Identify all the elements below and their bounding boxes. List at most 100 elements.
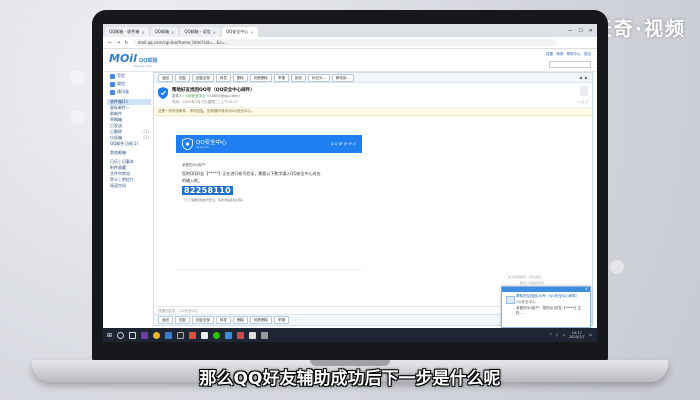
header-links[interactable]: 设置 · 换肤 · 帮助中心 · 退出 — [546, 52, 591, 57]
mail-footer: 此为系统邮件，请勿回复。 — [507, 275, 544, 279]
browser-tab[interactable]: QQ邮箱 - 收件箱 × — [105, 27, 149, 37]
close-icon[interactable]: × — [585, 286, 588, 291]
app-icon[interactable] — [165, 331, 173, 339]
sidebar-item-label: QQ邮件订阅(1) — [110, 141, 138, 146]
sidebar-item-label: 已发送 — [110, 123, 122, 128]
move-to-dropdown[interactable]: 移动到... — [331, 73, 354, 82]
sidebar-item-count: (3) — [143, 135, 149, 140]
system-notice: 这是一封系统邮件，请勿回复。如有疑问请访问QQ安全中心。 — [154, 108, 592, 116]
from-label: 发件人： — [172, 94, 186, 98]
app-icon[interactable] — [177, 331, 185, 339]
close-icon[interactable]: × — [213, 30, 216, 35]
back-button[interactable]: 返回 — [158, 73, 173, 82]
close-icon[interactable]: × — [171, 30, 174, 35]
close-window-icon[interactable]: ✕ — [589, 28, 593, 34]
delete-button[interactable]: 删除 — [233, 73, 248, 82]
notification-center-icon[interactable]: ▭ — [589, 333, 592, 337]
reload-icon[interactable]: ↻ — [124, 40, 128, 46]
forward-icon[interactable]: → — [116, 40, 120, 46]
qq-security-logo-icon — [182, 138, 193, 150]
back-icon[interactable]: ← — [108, 40, 112, 46]
mail-body-note: （为了保障您的帐号安全，请勿泄露此验证码） — [182, 198, 246, 202]
write-button[interactable]: 写信 — [107, 72, 151, 80]
tab-label: QQ邮箱 - 读信 — [184, 29, 211, 34]
mail-body-text: 您的QQ好友【*****】正在进行帐号验证，需要以下数字填入QQ安全中心对应 — [182, 171, 321, 176]
notification-text: 亲爱的QQ用户：您的QQ好友【*****】正在... — [516, 306, 582, 315]
browser-tab[interactable]: QQ邮箱 - 读信 × — [180, 27, 220, 37]
reply-all-button[interactable]: 回复全部 — [192, 73, 214, 82]
mail-toolbar: 返回 回复 回复全部 转发 删除 彻底删除 举报 拒收 标记为... 移动到..… — [154, 73, 592, 83]
sidebar-item-label: 其他邮箱 — [110, 150, 126, 155]
close-icon[interactable]: × — [250, 30, 253, 35]
tab-label: QQ邮箱 - 收件箱 — [109, 29, 140, 34]
contacts-button[interactable]: 通讯录 — [107, 88, 151, 96]
report-button[interactable]: 举报 — [274, 73, 289, 82]
laptop-screen: QQ邮箱 - 收件箱 × QQ邮箱 × QQ邮箱 - 读信 × QQ安全中心 × — ☐… — [103, 24, 597, 342]
minimize-icon[interactable]: — — [567, 28, 572, 34]
mail-actions-icons[interactable]: ☆ ⎙ ⤢ — [577, 100, 588, 104]
close-icon[interactable]: × — [141, 30, 144, 35]
mail-search-input[interactable] — [549, 61, 591, 68]
reply-button[interactable]: 回复 — [175, 316, 190, 324]
notification-from: QQ安全中心 — [516, 300, 536, 304]
pager: ◀ ▶ — [579, 75, 592, 80]
browser-tab-active[interactable]: QQ安全中心 × — [221, 27, 258, 37]
inbox-icon — [110, 81, 115, 87]
decorative-circle — [70, 110, 84, 124]
network-icon[interactable]: ▯ — [556, 333, 558, 337]
mark-as-dropdown[interactable]: 标记为... — [308, 73, 330, 82]
qq-security-banner: QQ安全中心 aq.qq.com Q Q 安 全 中 心 — [176, 135, 362, 153]
app-icon[interactable] — [261, 331, 269, 339]
new-mail-notification[interactable]: × 帮助好友找回QQ号（QQ安全中心邮件） QQ安全中心 亲爱的QQ用户：您的Q… — [501, 286, 591, 328]
url-input[interactable]: mail.qq.com/cgi-bin/frame_html?sid=...&r… — [133, 39, 557, 46]
clock[interactable]: 10:17 2020/7/7 — [569, 331, 585, 340]
tray-arrow-icon[interactable]: ^ — [549, 333, 552, 337]
app-icon[interactable] — [225, 331, 233, 339]
back-button[interactable]: 返回 — [158, 316, 173, 324]
windows-start-icon[interactable]: ⊞ — [107, 332, 112, 339]
browser-tab[interactable]: QQ邮箱 × — [150, 27, 179, 37]
sender-name[interactable]: QQ安全中心 — [186, 94, 206, 98]
sidebar-item-reading[interactable]: 阅读空间 — [107, 183, 151, 189]
next-arrow-icon[interactable]: ▶ — [585, 75, 588, 80]
task-view-icon[interactable] — [129, 331, 137, 339]
chrome-icon[interactable] — [153, 331, 161, 339]
delete-permanently-button[interactable]: 彻底删除 — [250, 73, 272, 82]
window-controls: — ☐ ✕ — [563, 28, 597, 37]
write-label: 写信 — [117, 73, 125, 78]
app-icon[interactable] — [237, 331, 245, 339]
search-icon[interactable] — [117, 331, 125, 339]
browser-tab-bar: QQ邮箱 - 收件箱 × QQ邮箱 × QQ邮箱 - 读信 × QQ安全中心 × — ☐… — [103, 24, 597, 37]
reply-button[interactable]: 回复 — [175, 73, 190, 82]
verification-code[interactable]: 82258110 — [182, 186, 233, 195]
app-icon[interactable] — [249, 331, 257, 339]
receive-button[interactable]: 收信 — [107, 80, 151, 88]
reply-all-button[interactable]: 回复全部 — [192, 316, 214, 324]
volume-icon[interactable]: ◁ — [562, 333, 565, 337]
prev-arrow-icon[interactable]: ◀ — [579, 75, 582, 80]
banner-title: QQ安全中心 — [196, 140, 227, 146]
report-button[interactable]: 举报 — [274, 316, 289, 324]
reject-button[interactable]: 拒收 — [291, 73, 306, 82]
app-icon[interactable] — [141, 331, 149, 339]
delete-permanently-button[interactable]: 彻底删除 — [250, 316, 272, 324]
decorative-circle — [610, 260, 624, 274]
notification-header — [502, 287, 590, 292]
forward-button[interactable]: 转发 — [216, 73, 231, 82]
sidebar-item-label: 日历 | 记事本 — [110, 159, 134, 164]
banner-subtitle: aq.qq.com — [196, 146, 210, 149]
forward-button[interactable]: 转发 — [216, 316, 231, 324]
wechat-icon[interactable] — [213, 331, 221, 339]
maximize-icon[interactable]: ☐ — [578, 28, 582, 34]
shield-icon — [158, 87, 168, 99]
delete-button[interactable]: 删除 — [233, 316, 248, 324]
mail-sidebar: 写信 收信 通讯录 收件箱(1) 星标邮件☆ 群邮件 草稿箱 已发送 已删除 (1… — [107, 72, 151, 322]
app-icon[interactable] — [201, 331, 209, 339]
sidebar-item-label: 群邮件 — [110, 111, 122, 116]
mail-subject-block: 帮助好友找回QQ号（QQ安全中心邮件） 发件人：QQ安全中心 <10000@qq… — [154, 83, 592, 108]
tab-label: QQ邮箱 — [154, 29, 169, 34]
app-icon[interactable] — [189, 331, 197, 339]
taskbar: ⊞ ^ ▯ ◁ 10:17 2020/7/7 ▭ — [103, 328, 597, 342]
receive-label: 收信 — [117, 81, 125, 86]
tab-label: QQ安全中心 — [225, 29, 249, 34]
